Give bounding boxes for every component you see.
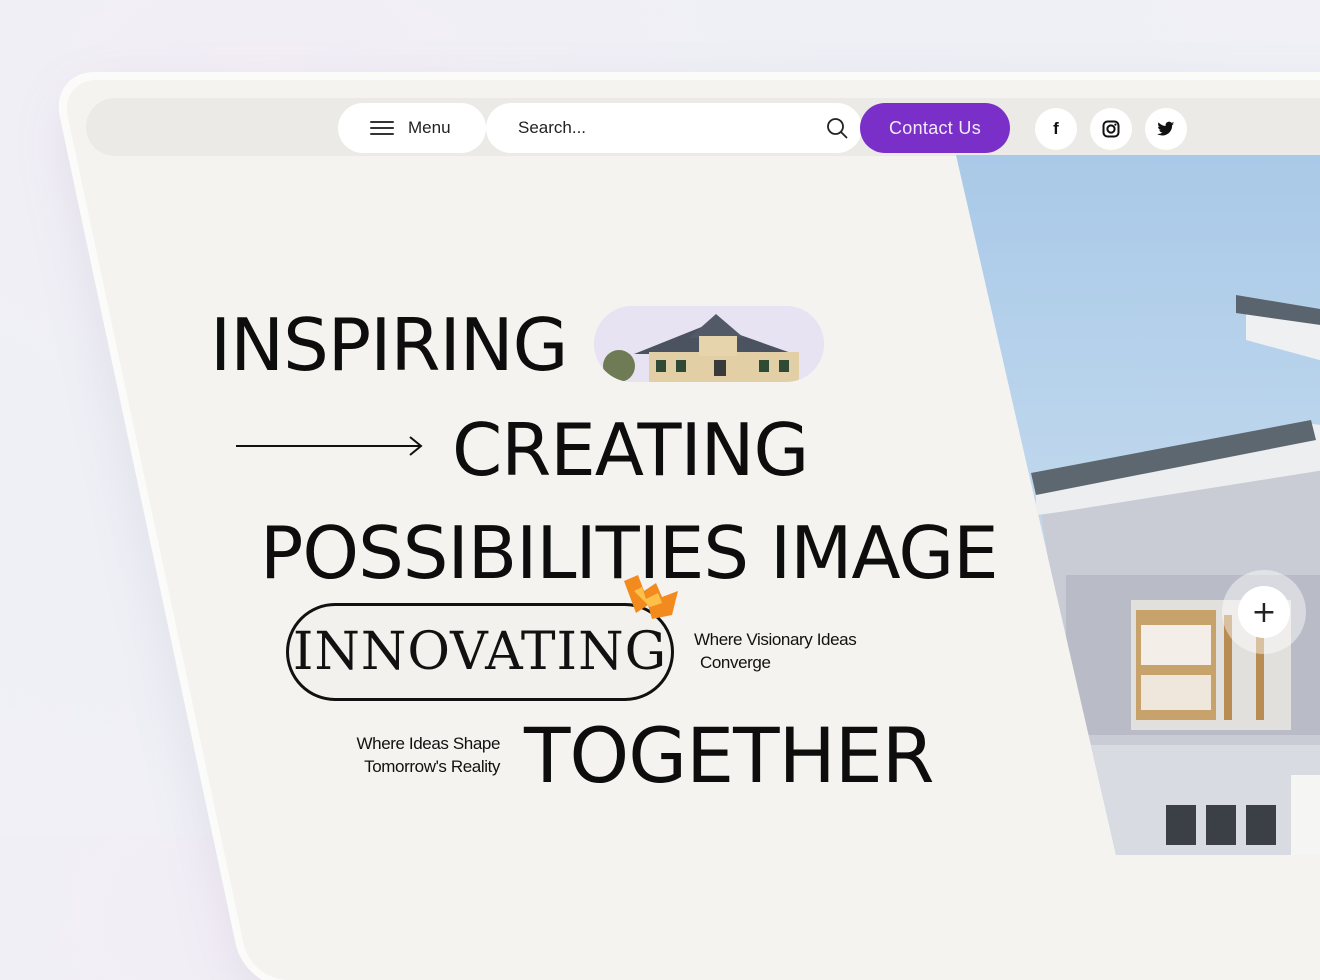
tagline-visionary-line2: Converge [700, 653, 771, 672]
hero-line-creating: CREATING [452, 408, 809, 492]
hero-line-inspiring: INSPIRING [210, 303, 568, 387]
house-thumbnail [594, 306, 824, 382]
tagline-ideas-line1: Where Ideas Shape [356, 734, 501, 753]
plus-icon: + [1238, 586, 1290, 638]
facebook-button[interactable]: f [1035, 108, 1077, 150]
twitter-button[interactable] [1145, 108, 1187, 150]
menu-label: Menu [408, 118, 451, 137]
hero-line-together: TOGETHER [524, 711, 935, 800]
twitter-icon [1157, 121, 1175, 136]
tagline-visionary-line1: Where Visionary Ideas [694, 630, 857, 649]
search-input[interactable]: Search... [486, 103, 862, 153]
tagline-ideas-shape: Where Ideas Shape Tomorrow's Reality [342, 732, 501, 778]
hamburger-icon [370, 120, 396, 136]
house-thumbnail-image [594, 306, 824, 382]
search-placeholder: Search... [518, 118, 587, 137]
menu-button[interactable]: Menu [338, 103, 486, 153]
contact-us-button[interactable]: Contact Us [860, 103, 1010, 153]
instagram-button[interactable] [1090, 108, 1132, 150]
add-button[interactable]: + [1222, 570, 1306, 654]
search-icon[interactable] [826, 117, 848, 139]
spark-icon [624, 575, 678, 619]
facebook-icon: f [1053, 119, 1059, 138]
arrow-right-icon [236, 436, 423, 456]
tagline-visionary: Where Visionary Ideas Converge [694, 628, 857, 674]
instagram-icon [1102, 120, 1120, 138]
tagline-ideas-line2: Tomorrow's Reality [364, 757, 500, 776]
innovating-pill: INNOVATING [286, 603, 674, 701]
hero-line-innovating: INNOVATING [292, 622, 668, 682]
